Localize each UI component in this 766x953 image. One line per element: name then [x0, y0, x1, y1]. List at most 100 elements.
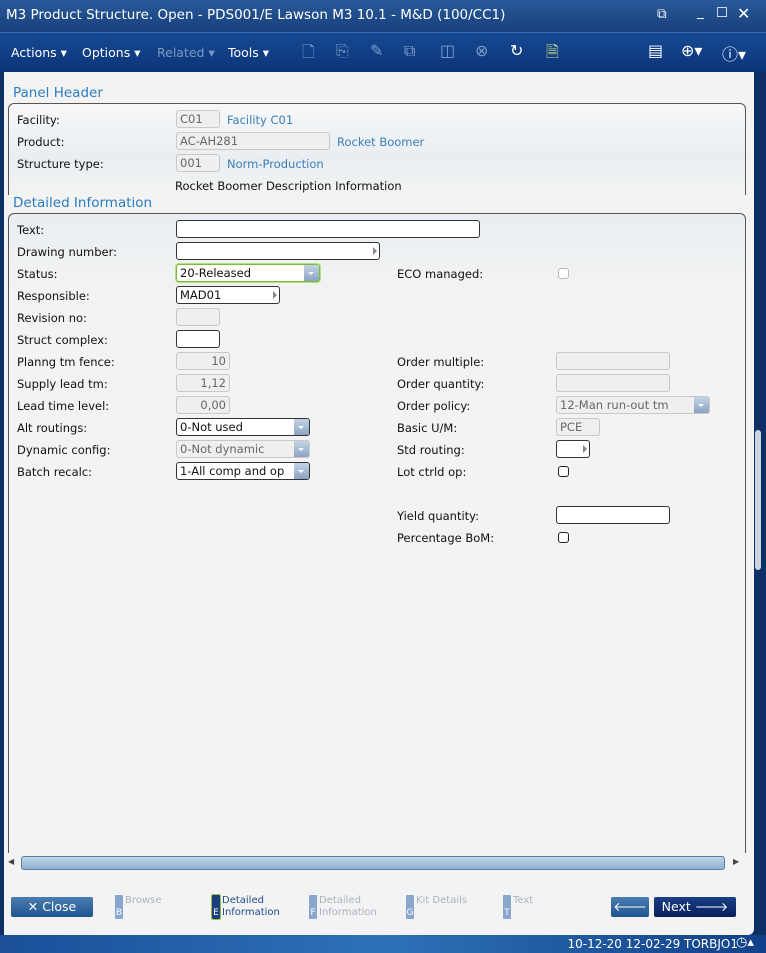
previous-button[interactable]: 🡐: [611, 897, 649, 917]
batch-recalc-select[interactable]: 1-All comp and op: [176, 462, 310, 480]
lot-ctrld-op-checkbox[interactable]: [558, 466, 569, 477]
options-menu[interactable]: Options ▾: [82, 45, 140, 60]
browse-arrow-icon[interactable]: [373, 247, 377, 255]
facility-label: Facility:: [17, 113, 60, 127]
alt-routings-select[interactable]: 0-Not used: [176, 418, 310, 436]
struct-complex-input[interactable]: [176, 330, 220, 348]
product-label: Product:: [17, 135, 65, 149]
arrow-left-icon: 🡐: [613, 899, 647, 914]
std-routing-label: Std routing:: [397, 443, 465, 457]
dynamic-config-label: Dynamic config:: [17, 443, 111, 457]
toolbar: Actions ▾ Options ▾ Related ▾ Tools ▾ 🗋 …: [0, 32, 766, 72]
structure-type-label: Structure type:: [17, 157, 104, 171]
next-button[interactable]: Next 🡒: [654, 897, 736, 917]
close-window-button[interactable]: ✕: [737, 4, 750, 23]
responsible-label: Responsible:: [17, 289, 90, 303]
browse-arrow-icon[interactable]: [583, 445, 587, 453]
edit-icon: ✎: [370, 41, 384, 60]
scroll-right-icon[interactable]: ▶: [733, 857, 739, 866]
structure-type-description: Norm-Production: [227, 157, 324, 171]
basic-um-field: PCE: [556, 418, 600, 436]
eco-managed-checkbox: [558, 268, 569, 279]
order-multiple-field: [556, 352, 670, 370]
struct-complex-label: Struct complex:: [17, 333, 108, 347]
eco-managed-label: ECO managed:: [397, 267, 484, 281]
close-button[interactable]: ✕ Close: [11, 897, 93, 917]
clock-icon[interactable]: ◷▴: [736, 935, 754, 950]
yield-quantity-label: Yield quantity:: [397, 509, 480, 523]
status-label: Status:: [17, 267, 58, 281]
restore-window-icon[interactable]: ⧉: [657, 6, 667, 22]
step-label: Detailed Information: [222, 895, 280, 918]
tools-menu[interactable]: Tools ▾: [228, 45, 269, 60]
panel-header-title: Panel Header: [13, 85, 103, 101]
select-icon: ⎘: [336, 41, 349, 60]
status-text: 10-12-20 12-02-29 TORBJO1: [567, 937, 738, 951]
lot-ctrld-op-label: Lot ctrld op:: [397, 465, 467, 479]
step-label: Browse: [125, 895, 162, 906]
step-browse[interactable]: B Browse: [115, 895, 162, 919]
related-menu: Related ▾: [157, 45, 215, 60]
std-routing-input[interactable]: [556, 440, 590, 458]
facility-description: Facility C01: [227, 113, 294, 127]
new-icon: 🗋: [302, 42, 315, 61]
chevron-down-icon[interactable]: [304, 265, 319, 281]
zoom-icon[interactable]: ⊕▾: [681, 41, 702, 60]
status-select[interactable]: 20-Released: [176, 264, 320, 282]
facility-field: C01: [176, 110, 220, 128]
detailed-information-box: [8, 213, 746, 853]
actions-menu[interactable]: Actions ▾: [11, 45, 67, 60]
notes-icon[interactable]: 🗎: [546, 41, 559, 68]
scroll-left-icon[interactable]: ◀: [8, 857, 14, 866]
step-key: F: [309, 895, 317, 919]
order-multiple-label: Order multiple:: [397, 355, 485, 369]
order-quantity-label: Order quantity:: [397, 377, 485, 391]
copy-icon: ⧉: [404, 41, 416, 60]
chevron-down-icon[interactable]: [294, 419, 309, 435]
lead-time-level-label: Lead time level:: [17, 399, 110, 413]
step-kit-details[interactable]: G Kit Details: [406, 895, 467, 919]
drawing-number-input[interactable]: [176, 242, 380, 260]
delete-icon: ⊗: [475, 41, 489, 60]
display-icon: ◫: [440, 41, 456, 60]
order-policy-select: 12-Man run-out tm: [556, 396, 710, 414]
revision-label: Revision no:: [17, 311, 87, 325]
responsible-input[interactable]: MAD01: [176, 286, 280, 304]
chevron-down-icon[interactable]: [294, 463, 309, 479]
step-text[interactable]: T Text: [503, 895, 534, 919]
detailed-information-title: Detailed Information: [13, 195, 153, 211]
vertical-scrollbar[interactable]: [755, 430, 761, 570]
dynamic-config-select: 0-Not dynamic: [176, 440, 310, 458]
chevron-down-icon: [294, 441, 309, 457]
window-title: M3 Product Structure. Open - PDS001/E La…: [6, 7, 506, 23]
step-key: G: [406, 895, 414, 919]
x-icon: ✕: [27, 899, 43, 914]
arrow-right-icon: 🡒: [694, 899, 729, 914]
title-bar: M3 Product Structure. Open - PDS001/E La…: [0, 0, 766, 32]
refresh-icon[interactable]: ↻: [510, 41, 523, 60]
step-key: E: [211, 894, 221, 920]
product-field: AC-AH281: [176, 132, 330, 150]
step-detailed-information-e[interactable]: E Detailed Information: [211, 894, 282, 920]
alt-routings-label: Alt routings:: [17, 421, 88, 435]
help-icon[interactable]: ⓘ▾: [722, 41, 746, 65]
order-quantity-field: [556, 374, 670, 392]
text-label: Text:: [17, 223, 45, 237]
yield-quantity-input[interactable]: [556, 506, 670, 524]
text-input[interactable]: [176, 220, 480, 238]
basic-um-label: Basic U/M:: [397, 421, 458, 435]
planng-tm-fence-label: Planng tm fence:: [17, 355, 115, 369]
document-icon[interactable]: ▤: [648, 41, 663, 60]
step-key: B: [115, 895, 123, 919]
planng-tm-fence-field: 10: [176, 352, 230, 370]
maximize-button[interactable]: ☐: [716, 5, 728, 21]
minimize-button[interactable]: _: [697, 4, 704, 20]
step-label: Text: [513, 895, 534, 906]
horizontal-scrollbar[interactable]: [21, 856, 725, 870]
percentage-bom-label: Percentage BoM:: [397, 531, 495, 545]
step-detailed-information-f[interactable]: F Detailed Information: [309, 895, 379, 919]
step-key: T: [503, 895, 511, 919]
supply-lead-tm-label: Supply lead tm:: [17, 377, 108, 391]
percentage-bom-checkbox[interactable]: [558, 532, 569, 543]
browse-arrow-icon[interactable]: [273, 291, 277, 299]
